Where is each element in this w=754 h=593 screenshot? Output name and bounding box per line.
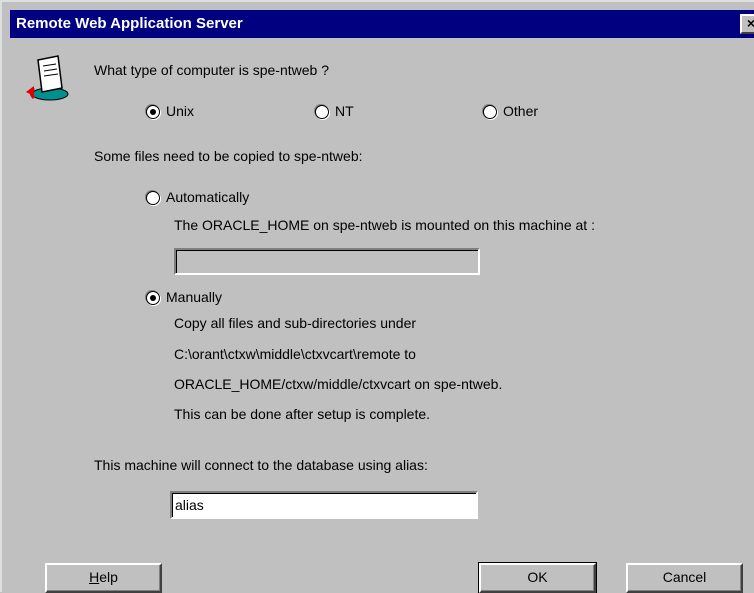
oracle-home-mount-text: The ORACLE_HOME on spe-ntweb is mounted … bbox=[174, 217, 595, 233]
radio-manually[interactable] bbox=[146, 291, 160, 305]
cancel-button-label: Cancel bbox=[662, 569, 707, 585]
radio-nt-label[interactable]: NT bbox=[335, 103, 354, 119]
close-icon: × bbox=[746, 15, 754, 31]
setup-document-icon bbox=[26, 55, 69, 101]
manual-instruction-line: Copy all files and sub-directories under bbox=[174, 315, 417, 331]
alias-input[interactable] bbox=[170, 491, 478, 519]
ok-button[interactable]: OK bbox=[478, 562, 597, 593]
help-button-label: Help bbox=[89, 569, 118, 585]
alias-prompt: This machine will connect to the databas… bbox=[94, 457, 428, 473]
radio-nt[interactable] bbox=[315, 105, 329, 119]
window-title: Remote Web Application Server bbox=[16, 15, 243, 32]
radio-unix[interactable] bbox=[146, 105, 160, 119]
help-button[interactable]: Help bbox=[45, 563, 162, 593]
radio-other-label[interactable]: Other bbox=[503, 103, 538, 119]
radio-automatically-label[interactable]: Automatically bbox=[166, 189, 249, 205]
title-bar[interactable]: Remote Web Application Server × bbox=[10, 10, 754, 38]
radio-other[interactable] bbox=[483, 105, 497, 119]
radio-unix-label[interactable]: Unix bbox=[166, 103, 194, 119]
computer-type-question: What type of computer is spe-ntweb ? bbox=[94, 62, 329, 78]
radio-automatically[interactable] bbox=[146, 191, 160, 205]
radio-manually-label[interactable]: Manually bbox=[166, 289, 222, 305]
manual-instruction-line: ORACLE_HOME/ctxw/middle/ctxvcart on spe-… bbox=[174, 376, 503, 392]
copy-intro-text: Some files need to be copied to spe-ntwe… bbox=[94, 148, 363, 164]
manual-instruction-line: C:\orant\ctxw\middle\ctxvcart\remote to bbox=[174, 346, 416, 362]
dialog-window: Remote Web Application Server × What typ… bbox=[0, 0, 754, 593]
cancel-button[interactable]: Cancel bbox=[626, 563, 743, 593]
manual-instruction-line: This can be done after setup is complete… bbox=[174, 406, 431, 422]
close-button[interactable]: × bbox=[740, 14, 754, 34]
ok-button-label: OK bbox=[527, 569, 548, 585]
mount-path-input[interactable] bbox=[174, 248, 480, 275]
